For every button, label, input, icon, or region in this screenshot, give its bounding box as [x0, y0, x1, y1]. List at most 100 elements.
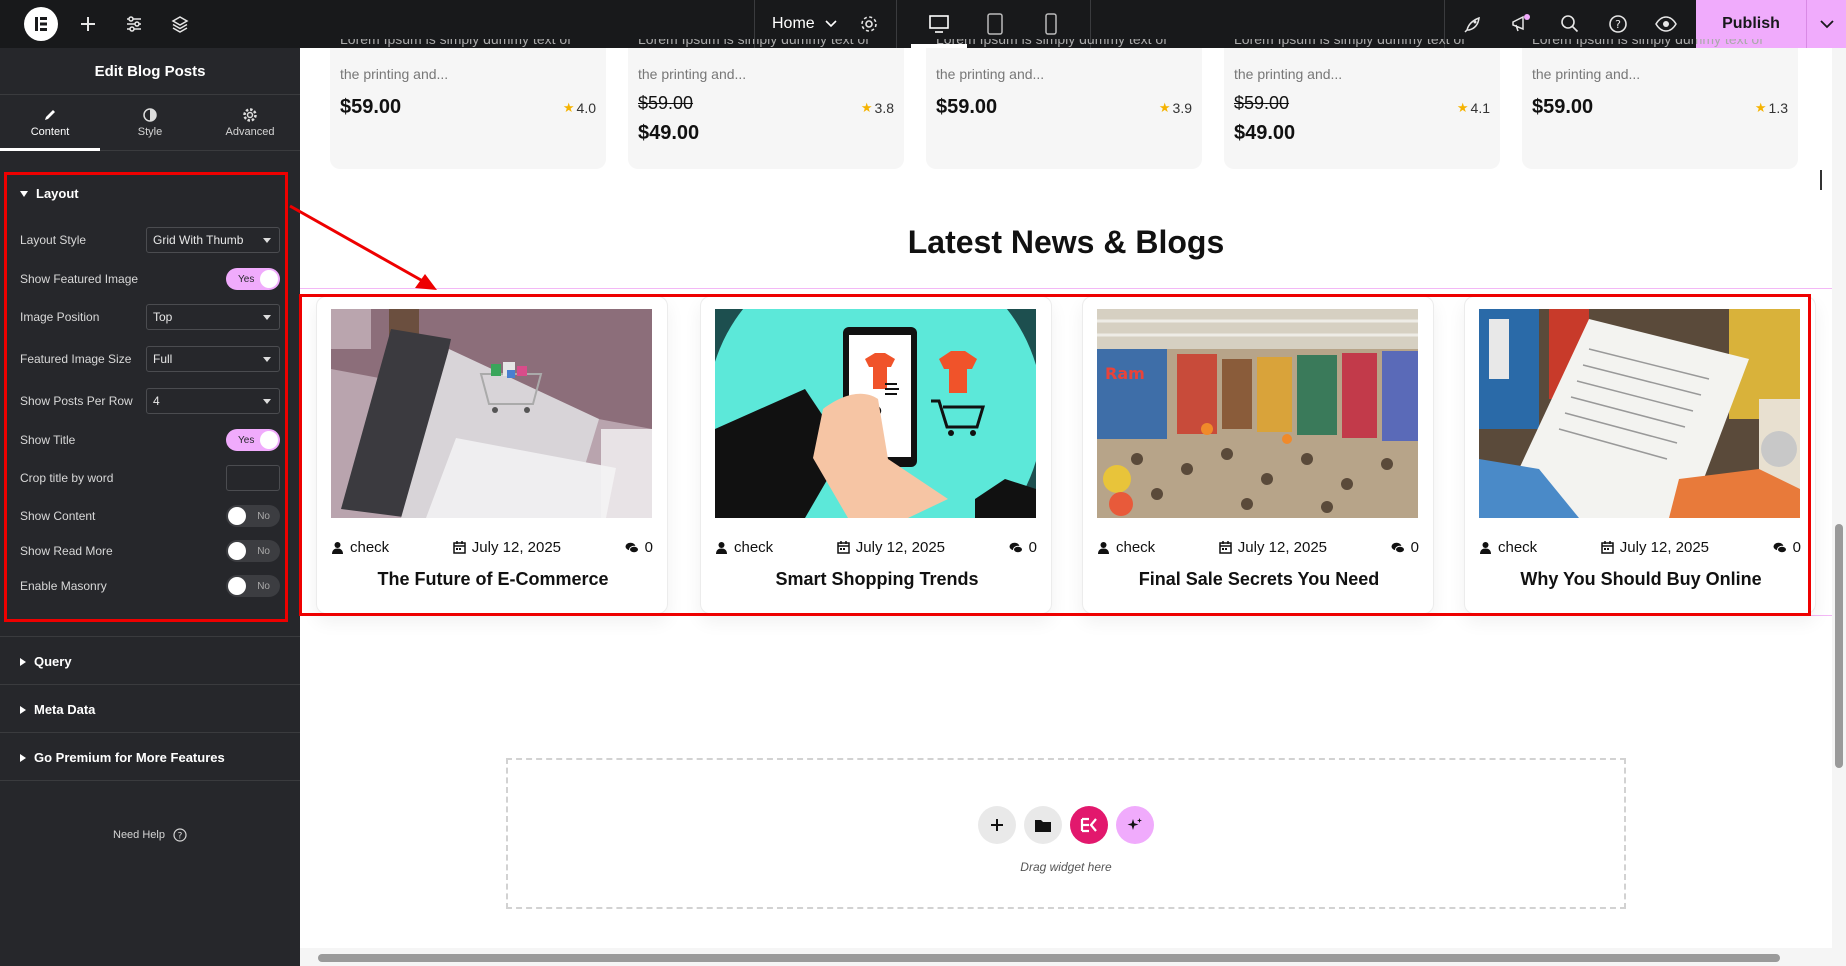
- toggle-label: Yes: [238, 273, 255, 285]
- tab-label: Content: [30, 125, 70, 138]
- horizontal-scrollbar-thumb[interactable]: [318, 954, 1780, 962]
- select-value: Full: [153, 352, 173, 366]
- product-price: $49.00: [638, 122, 700, 144]
- show-title-toggle[interactable]: Yes: [226, 429, 280, 451]
- caret-right-icon: [20, 753, 26, 762]
- rocket-icon[interactable]: [1461, 12, 1485, 36]
- need-help-link[interactable]: Need Help ?: [0, 828, 300, 842]
- show-read-more-toggle[interactable]: No: [226, 540, 280, 562]
- show-content-toggle[interactable]: No: [226, 505, 280, 527]
- toggle-knob: [228, 542, 246, 560]
- svg-text:?: ?: [178, 832, 183, 842]
- control-label: Featured Image Size: [20, 352, 132, 366]
- caret-down-icon: [263, 314, 271, 320]
- control-label: Show Title: [20, 433, 76, 447]
- section-query-toggle[interactable]: Query: [20, 654, 72, 669]
- toggle-label: Yes: [238, 434, 255, 446]
- add-section-dropzone[interactable]: Drag widget here: [506, 758, 1626, 909]
- divider: [896, 0, 897, 48]
- layout-style-select[interactable]: Grid With Thumb: [146, 227, 280, 253]
- horizontal-scrollbar[interactable]: [300, 948, 1832, 966]
- product-price: $59.00: [936, 96, 998, 118]
- rating-value: 4.1: [1470, 100, 1490, 116]
- panel-title: Edit Blog Posts: [0, 48, 300, 95]
- product-rating: ★ 4.1: [1457, 100, 1490, 116]
- ai-sparkle-icon[interactable]: [1116, 806, 1154, 844]
- section-title: Go Premium for More Features: [34, 750, 225, 765]
- vertical-scrollbar-thumb[interactable]: [1835, 524, 1843, 768]
- caret-down-icon: [20, 190, 28, 197]
- tab-advanced[interactable]: Advanced: [200, 95, 300, 150]
- product-card[interactable]: Lorem Ipsum is simply dummy text of the p…: [1522, 39, 1798, 169]
- vertical-scrollbar[interactable]: [1832, 48, 1846, 966]
- svg-text:?: ?: [1615, 18, 1621, 31]
- blog-section-title: Latest News & Blogs: [907, 224, 1225, 260]
- product-desc-line: Lorem Ipsum is simply dummy text of: [936, 39, 1168, 47]
- star-icon: ★: [860, 100, 873, 115]
- section-title: Query: [34, 654, 72, 669]
- select-value: 4: [153, 394, 160, 408]
- crop-title-input[interactable]: [226, 465, 280, 491]
- control-label: Crop title by word: [20, 471, 114, 485]
- control-enable-masonry: Enable Masonry No: [20, 573, 280, 599]
- rating-value: 4.0: [576, 100, 596, 116]
- preview-canvas: Lorem Ipsum is simply dummy text of the p…: [299, 39, 1832, 948]
- star-icon: ★: [1158, 100, 1171, 115]
- product-price: $59.00: [1532, 96, 1594, 118]
- add-element-icon[interactable]: [76, 12, 100, 36]
- whats-new-megaphone-icon[interactable]: [1509, 12, 1533, 36]
- show-featured-image-toggle[interactable]: Yes: [226, 268, 280, 290]
- elementor-logo-icon[interactable]: [24, 7, 58, 41]
- rating-value: 1.3: [1768, 100, 1788, 116]
- structure-layers-icon[interactable]: [168, 12, 192, 36]
- product-card[interactable]: Lorem Ipsum is simply dummy text of the p…: [330, 39, 606, 169]
- product-desc-line: the printing and...: [1234, 66, 1343, 82]
- control-label: Show Posts Per Row: [20, 394, 133, 408]
- posts-per-row-select[interactable]: 4: [146, 388, 280, 414]
- tab-content[interactable]: Content: [0, 95, 100, 151]
- tablet-device-icon[interactable]: [983, 12, 1007, 36]
- section-go-premium-toggle[interactable]: Go Premium for More Features: [20, 750, 225, 765]
- control-label: Image Position: [20, 310, 100, 324]
- publish-options-chevron-icon[interactable]: [1806, 0, 1846, 48]
- product-description: Lorem Ipsum is simply dummy text of the p…: [1234, 39, 1465, 84]
- star-icon: ★: [562, 100, 575, 115]
- add-section-plus-icon[interactable]: [978, 806, 1016, 844]
- product-card[interactable]: Lorem Ipsum is simply dummy text of the p…: [926, 39, 1202, 169]
- elementor-kit-icon[interactable]: [1070, 806, 1108, 844]
- control-show-featured-image: Show Featured Image Yes: [20, 266, 280, 292]
- product-rating: ★ 4.0: [563, 100, 596, 116]
- site-settings-icon[interactable]: [122, 12, 146, 36]
- dropzone-label: Drag widget here: [1020, 860, 1112, 874]
- control-layout-style: Layout Style Grid With Thumb: [20, 227, 280, 253]
- control-show-title: Show Title Yes: [20, 427, 280, 453]
- section-meta-data-toggle[interactable]: Meta Data: [20, 702, 95, 717]
- control-label: Layout Style: [20, 233, 87, 247]
- divider: [0, 780, 300, 781]
- desktop-device-icon[interactable]: [927, 12, 951, 36]
- preview-eye-icon[interactable]: [1654, 12, 1678, 36]
- featured-image-size-select[interactable]: Full: [146, 346, 280, 372]
- product-card[interactable]: Lorem Ipsum is simply dummy text of the p…: [1224, 39, 1500, 169]
- rating-value: 3.8: [874, 100, 894, 116]
- product-rating: ★ 3.8: [861, 100, 894, 116]
- divider: [0, 684, 300, 685]
- enable-masonry-toggle[interactable]: No: [226, 575, 280, 597]
- section-border: [300, 288, 1832, 289]
- panel-tabs: Content Style Advanced: [0, 95, 300, 151]
- mobile-device-icon[interactable]: [1039, 12, 1063, 36]
- template-library-folder-icon[interactable]: [1024, 806, 1062, 844]
- tab-label: Style: [137, 125, 163, 138]
- product-price: $59.00: [340, 96, 402, 118]
- help-circle-icon[interactable]: ?: [1606, 12, 1630, 36]
- page-settings-gear-icon[interactable]: [857, 12, 881, 36]
- product-price: $49.00: [1234, 122, 1296, 144]
- control-label: Show Featured Image: [20, 272, 139, 286]
- product-card[interactable]: Lorem Ipsum is simply dummy text of the p…: [628, 39, 904, 169]
- tab-style[interactable]: Style: [100, 95, 200, 150]
- search-icon[interactable]: [1558, 12, 1582, 36]
- divider: [0, 732, 300, 733]
- image-position-select[interactable]: Top: [146, 304, 280, 330]
- toggle-knob: [260, 270, 278, 288]
- section-layout-toggle[interactable]: Layout: [20, 186, 79, 201]
